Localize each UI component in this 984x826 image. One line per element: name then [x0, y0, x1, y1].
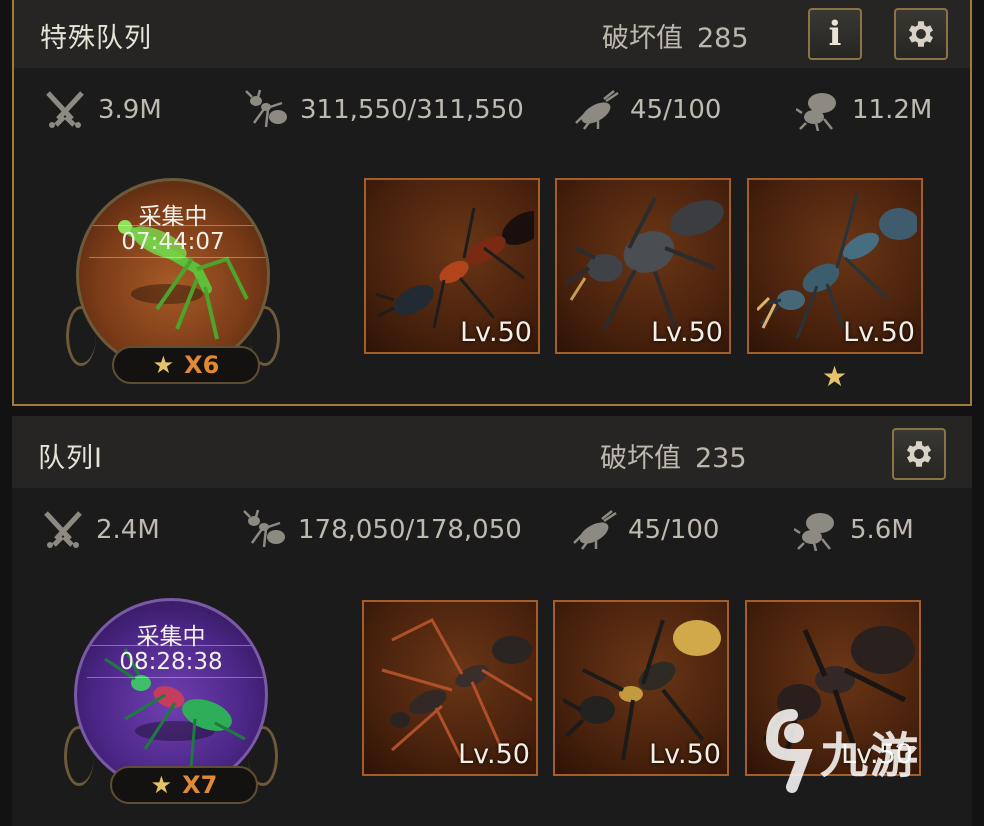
- gray-armored-ant-icon: [565, 197, 724, 329]
- star-count: X6: [184, 351, 220, 379]
- attack-stat: 3.9M: [42, 88, 162, 132]
- ant-card[interactable]: Lv.50: [555, 178, 731, 354]
- load-value: 5.6M: [850, 515, 914, 545]
- gear-icon: [906, 441, 932, 467]
- queue-stats: 3.9M 311,550/311,550 45/100 11.2M: [14, 88, 970, 132]
- watermark-text: 九游: [820, 728, 921, 784]
- cockroach-icon: [573, 510, 617, 550]
- hero-slot[interactable]: 采集中 07:44:07 ★ X6: [66, 166, 280, 386]
- divider: [89, 257, 267, 258]
- settings-button[interactable]: [892, 428, 946, 480]
- hero-portrait: 采集中 08:28:38: [74, 598, 268, 792]
- load-value: 11.2M: [852, 95, 933, 125]
- ant-level: Lv.50: [649, 739, 721, 770]
- attack-value: 2.4M: [96, 515, 160, 545]
- star-badge: ★ X6: [112, 346, 260, 384]
- ant-icon: [243, 509, 285, 548]
- queue-header: 队列I 破坏值 235: [12, 416, 972, 488]
- gold-abdomen-ant-icon: [563, 619, 721, 760]
- ant-level: Lv.50: [460, 317, 532, 348]
- crossed-swords-icon: [44, 511, 82, 548]
- damage-label: 破坏值: [602, 23, 683, 54]
- hero-portrait: 采集中 07:44:07: [76, 178, 270, 372]
- ant-star-icon: ★: [822, 360, 848, 393]
- damage-display: 破坏值 235: [600, 436, 747, 475]
- hero-status: 采集中: [138, 204, 208, 230]
- gear-icon: [908, 21, 934, 47]
- ant-icon: [245, 89, 287, 128]
- settings-button[interactable]: [894, 8, 948, 60]
- star-icon: ★: [150, 771, 173, 799]
- star-badge: ★ X7: [110, 766, 258, 804]
- ant-level: Lv.50: [843, 317, 915, 348]
- hero-slot[interactable]: 采集中 08:28:38 ★ X7: [64, 586, 278, 806]
- damage-value: 285: [697, 23, 749, 54]
- red-black-ant-icon: [375, 207, 534, 329]
- crossed-swords-icon: [46, 91, 84, 128]
- blue-bull-ant-icon: [757, 193, 917, 338]
- queue-title: 特殊队列: [40, 23, 152, 54]
- ant-card[interactable]: Lv.50: [747, 178, 923, 354]
- damage-display: 破坏值 285: [602, 16, 749, 55]
- info-icon: i: [828, 14, 842, 54]
- cockroach-icon: [575, 90, 619, 130]
- divider: [87, 677, 265, 678]
- ant-level: Lv.50: [651, 317, 723, 348]
- star-icon: ★: [152, 351, 175, 379]
- ant-level: Lv.50: [458, 739, 530, 770]
- queue-header: 特殊队列 破坏值 285 i: [14, 0, 970, 68]
- special-queue-panel: 特殊队列 破坏值 285 i 3.9M 311,550/311,550 45/1…: [12, 0, 972, 406]
- damage-value: 235: [695, 443, 747, 474]
- hero-status: 采集中: [136, 624, 206, 650]
- load-beetle-icon: [794, 513, 834, 551]
- units-value: 45/100: [630, 95, 722, 125]
- attack-value: 3.9M: [98, 95, 162, 125]
- units-value: 45/100: [628, 515, 720, 545]
- long-legged-ant-icon: [381, 618, 532, 760]
- star-count: X7: [182, 771, 218, 799]
- units-stat: 45/100: [572, 508, 719, 552]
- troops-stat: 178,050/178,050: [242, 508, 522, 552]
- units-stat: 45/100: [574, 88, 721, 132]
- troops-value: 178,050/178,050: [298, 515, 522, 545]
- ant-card[interactable]: Lv.50: [364, 178, 540, 354]
- queue-stats: 2.4M 178,050/178,050 45/100 5.6M: [12, 508, 972, 552]
- info-button[interactable]: i: [808, 8, 862, 60]
- attack-stat: 2.4M: [40, 508, 160, 552]
- load-stat: 5.6M: [794, 508, 914, 552]
- damage-label: 破坏值: [600, 443, 681, 474]
- hero-timer: 07:44:07: [121, 229, 225, 255]
- load-stat: 11.2M: [796, 88, 932, 132]
- troops-stat: 311,550/311,550: [244, 88, 524, 132]
- ant-card[interactable]: Lv.50: [553, 600, 729, 776]
- ant-card[interactable]: Lv.50: [362, 600, 538, 776]
- queue-title: 队列I: [38, 443, 103, 474]
- troops-value: 311,550/311,550: [300, 95, 524, 125]
- load-beetle-icon: [796, 93, 836, 131]
- hero-timer: 08:28:38: [119, 649, 223, 675]
